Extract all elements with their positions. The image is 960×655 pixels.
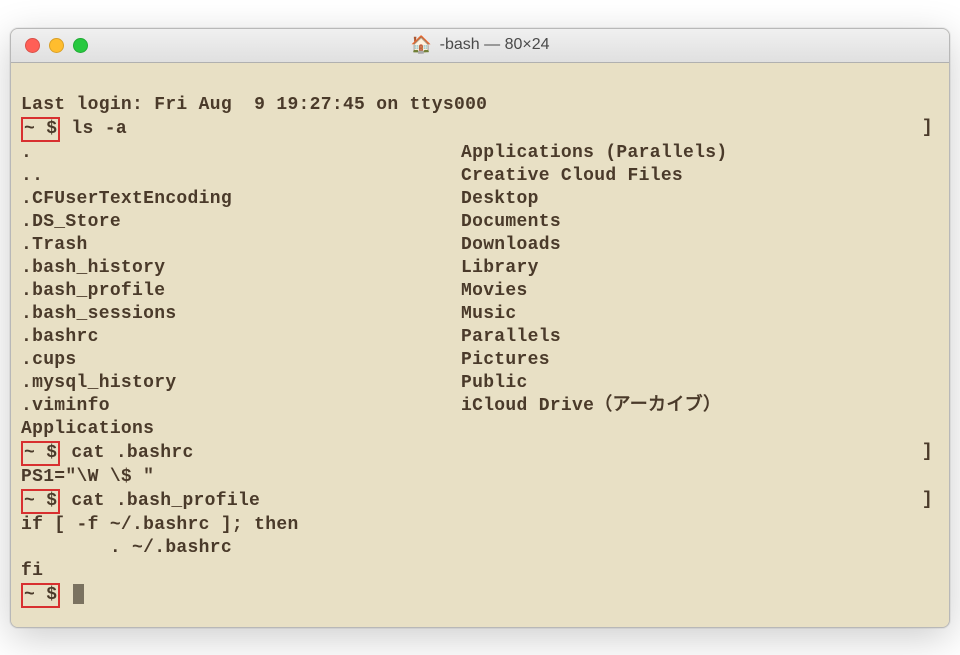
minimize-icon[interactable] — [49, 38, 64, 53]
list-item: .viminfo — [21, 395, 461, 418]
output-line: fi — [21, 560, 939, 583]
list-item: . — [21, 142, 461, 165]
window-controls — [11, 38, 88, 53]
list-item: .. — [21, 165, 461, 188]
command-text: cat .bashrc — [71, 443, 193, 463]
home-icon: 🏠 — [410, 35, 431, 55]
output-line: if [ -f ~/.bashrc ]; then — [21, 514, 939, 537]
list-item: Library — [461, 257, 939, 280]
list-item: Desktop — [461, 188, 939, 211]
list-item: Applications (Parallels) — [461, 142, 939, 165]
prompt: ~ $ — [21, 441, 60, 466]
ls-output: ....CFUserTextEncoding.DS_Store.Trash.ba… — [21, 142, 939, 441]
list-item: Music — [461, 303, 939, 326]
list-item: .mysql_history — [21, 372, 461, 395]
list-item — [461, 418, 939, 441]
window-title: 🏠 -bash — 80×24 — [410, 35, 549, 55]
list-item: Applications — [21, 418, 461, 441]
command-text: ls -a — [71, 119, 127, 139]
last-login-line: Last login: Fri Aug 9 19:27:45 on ttys00… — [21, 94, 939, 117]
title-text: -bash — 80×24 — [440, 36, 550, 54]
list-item: Creative Cloud Files — [461, 165, 939, 188]
prompt: ~ $ — [21, 489, 60, 514]
list-item: .bash_profile — [21, 280, 461, 303]
cursor-icon — [73, 584, 84, 604]
titlebar[interactable]: 🏠 -bash — 80×24 — [11, 29, 949, 63]
prompt: ~ $ — [21, 117, 60, 142]
zoom-icon[interactable] — [73, 38, 88, 53]
list-item: iCloud Drive（アーカイブ） — [461, 395, 939, 418]
list-item: .DS_Store — [21, 211, 461, 234]
list-item: .cups — [21, 349, 461, 372]
prompt: ~ $ — [21, 583, 60, 608]
list-item: Documents — [461, 211, 939, 234]
list-item: Movies — [461, 280, 939, 303]
list-item: .bash_sessions — [21, 303, 461, 326]
list-item: .CFUserTextEncoding — [21, 188, 461, 211]
output-line: . ~/.bashrc — [21, 537, 939, 560]
right-bracket: ] — [922, 441, 939, 464]
right-bracket: ] — [922, 489, 939, 512]
output-line: PS1="\W \$ " — [21, 466, 939, 489]
terminal-window: 🏠 -bash — 80×24 Last login: Fri Aug 9 19… — [10, 28, 950, 628]
list-item: .bash_history — [21, 257, 461, 280]
list-item: .Trash — [21, 234, 461, 257]
list-item: Downloads — [461, 234, 939, 257]
terminal-body[interactable]: Last login: Fri Aug 9 19:27:45 on ttys00… — [11, 63, 949, 627]
list-item: Parallels — [461, 326, 939, 349]
close-icon[interactable] — [25, 38, 40, 53]
command-text: cat .bash_profile — [71, 491, 260, 511]
list-item: Public — [461, 372, 939, 395]
list-item: .bashrc — [21, 326, 461, 349]
right-bracket: ] — [922, 117, 939, 140]
list-item: Pictures — [461, 349, 939, 372]
